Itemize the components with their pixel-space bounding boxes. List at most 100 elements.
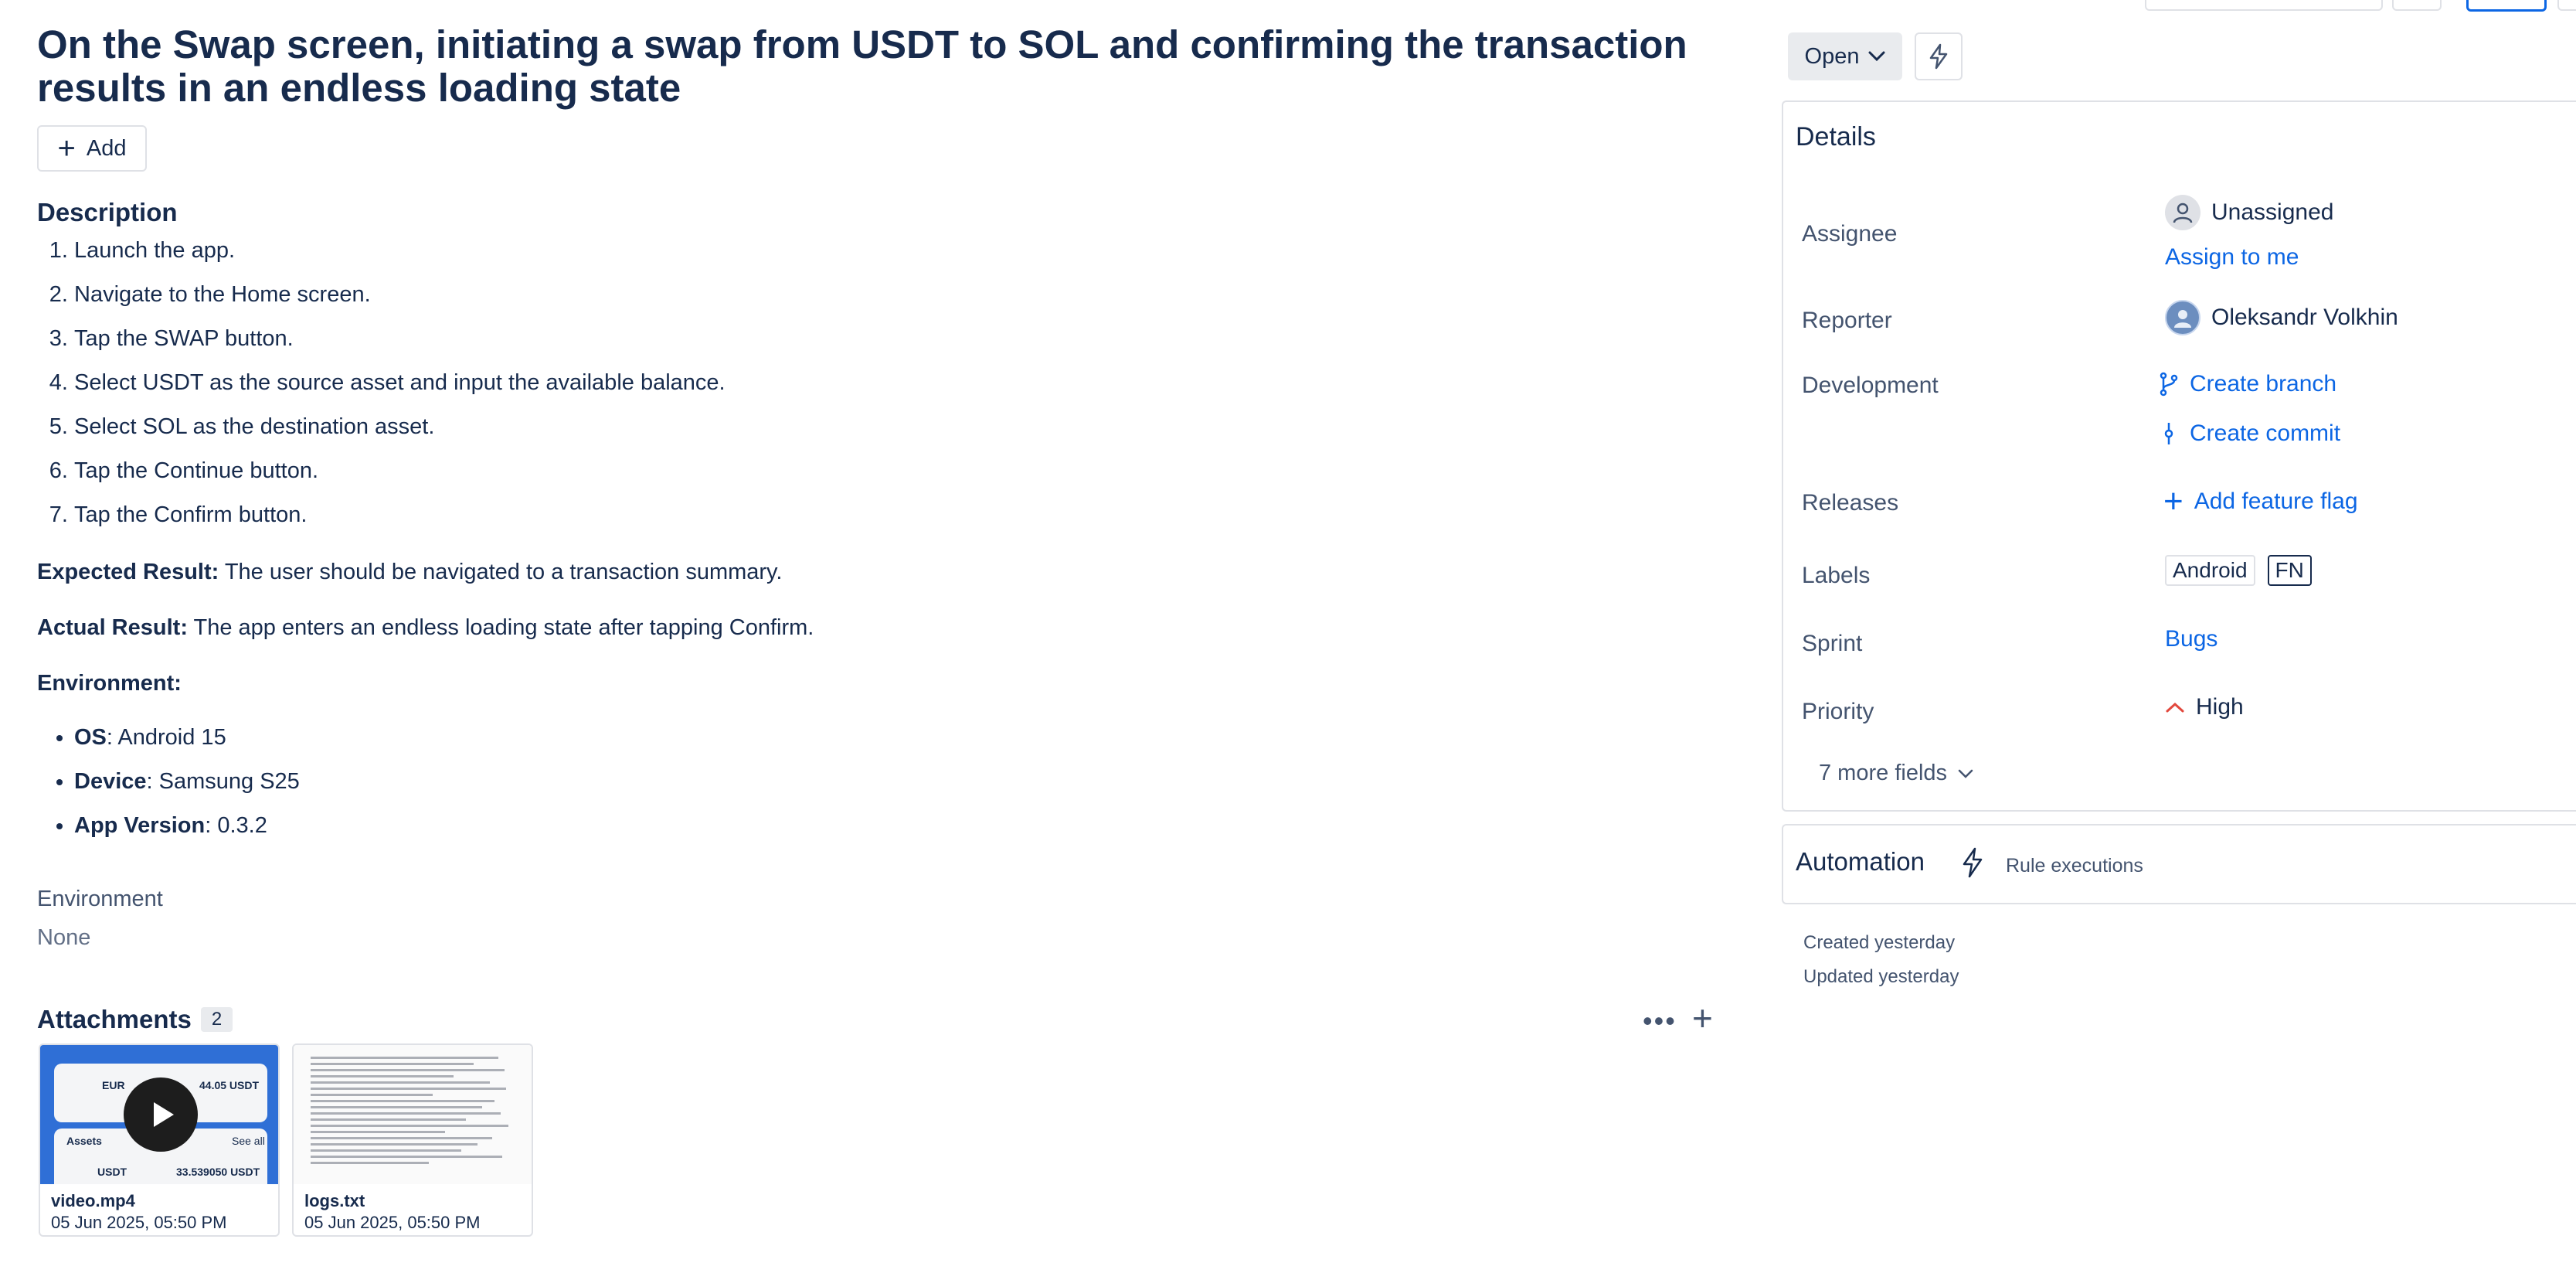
attachment-date: 05 Jun 2025, 05:50 PM [304,1213,481,1232]
attachments-heading: Attachments 2 [37,1005,233,1034]
add-attachment-icon[interactable]: + [1692,997,1713,1039]
top-toolbar-button[interactable] [2392,0,2442,11]
attachment-date: 05 Jun 2025, 05:50 PM [51,1213,227,1232]
list-item: Select USDT as the source asset and inpu… [74,366,726,410]
updated-timestamp: Updated yesterday [1803,966,1959,987]
attachment-name: video.mp4 [51,1191,135,1210]
environment-field-value[interactable]: None [37,925,90,951]
more-fields-toggle[interactable]: 7 more fields [1819,761,1973,786]
env-key: Device [74,769,147,794]
env-key: OS [74,725,107,750]
env-value: : Samsung S25 [146,769,300,794]
status-label: Open [1804,43,1860,69]
actual-result-text: The app enters an endless loading state … [187,615,814,640]
commit-icon [2164,423,2173,444]
create-branch-label: Create branch [2190,371,2337,397]
attachments-count-badge: 2 [200,1007,233,1032]
create-commit-label: Create commit [2190,420,2341,446]
attachment-meta: logs.txt 05 Jun 2025, 05:50 PM [294,1184,532,1235]
add-feature-flag-label: Add feature flag [2194,489,2358,514]
steps-list[interactable]: Launch the app. Navigate to the Home scr… [37,233,726,542]
list-item: Launch the app. [74,233,726,277]
add-button-label: Add [86,135,127,161]
user-avatar-icon [2174,310,2191,328]
lightning-icon [1929,43,1948,70]
env-value: : 0.3.2 [205,813,267,838]
actual-result: Actual Result: The app enters an endless… [37,612,814,643]
list-item: OS: Android 15 [74,720,300,764]
more-fields-label: 7 more fields [1819,761,1948,785]
thumbnail-currency: EUR [102,1079,125,1091]
top-search-input[interactable] [2145,0,2383,11]
lightning-icon [1961,847,1984,882]
status-dropdown[interactable]: Open [1788,32,1902,80]
thumbnail-asset-balance: 33.539050 USDT [176,1166,260,1178]
label-tag[interactable]: Android [2165,555,2255,586]
issue-title[interactable]: On the Swap screen, initiating a swap fr… [37,23,1729,110]
expected-result-text: The user should be navigated to a transa… [219,560,783,584]
priority-high-icon [2166,702,2184,713]
thumbnail-asset: USDT [97,1166,127,1178]
expected-result: Expected Result: The user should be navi… [37,557,782,587]
thumbnail-see-all: See all [232,1135,265,1147]
rule-executions-link[interactable]: Rule executions [2006,855,2143,877]
created-timestamp: Created yesterday [1803,932,1956,953]
reporter-label: Reporter [1802,308,1892,333]
list-item: App Version: 0.3.2 [74,809,300,853]
automation-heading[interactable]: Automation [1796,847,1925,877]
list-item: Select SOL as the destination asset. [74,410,726,454]
sprint-label: Sprint [1802,631,1863,656]
attachment-card-logs[interactable]: logs.txt 05 Jun 2025, 05:50 PM [292,1043,533,1237]
list-item: Tap the Confirm button. [74,498,726,542]
top-primary-button[interactable] [2466,0,2547,12]
env-key: App Version [74,813,206,838]
attachment-card-video[interactable]: EUR 44.05 USDT Assets See all USDT 33.53… [39,1043,280,1237]
chevron-down-icon [1868,51,1885,62]
thumbnail-balance: 44.05 USDT [199,1079,260,1091]
create-commit-link[interactable]: Create commit [2159,420,2340,447]
labels-label: Labels [1802,563,1871,588]
play-icon[interactable] [124,1077,198,1152]
create-branch-link[interactable]: Create branch [2159,371,2336,397]
attachments-heading-label: Attachments [37,1005,192,1033]
list-item: Tap the Continue button. [74,454,726,498]
thumbnail-assets: Assets [66,1135,102,1147]
more-actions-icon[interactable]: ••• [1643,1005,1677,1037]
environment-heading: Environment: [37,668,182,699]
assignee-value[interactable]: Unassigned [2165,195,2333,230]
list-item: Device: Samsung S25 [74,764,300,809]
log-thumbnail [294,1045,532,1184]
branch-icon [2160,372,2178,397]
top-toolbar-button-2[interactable] [2557,0,2576,11]
expected-result-label: Expected Result: [37,560,219,584]
priority-label: Priority [1802,699,1874,724]
sprint-value[interactable]: Bugs [2165,626,2217,652]
attachment-meta: video.mp4 05 Jun 2025, 05:50 PM [40,1184,278,1235]
environment-field-label: Environment [37,887,163,911]
list-item: Navigate to the Home screen. [74,277,726,322]
actual-result-label: Actual Result: [37,615,188,640]
avatar [2165,300,2200,335]
chevron-down-icon [1958,769,1973,778]
priority-value[interactable]: High [2165,694,2244,720]
reporter-name: Oleksandr Volkhin [2211,305,2398,330]
environment-list: OS: Android 15 Device: Samsung S25 App V… [37,720,300,853]
avatar [2165,195,2200,230]
assignee-label: Assignee [1802,221,1898,247]
priority-text: High [2196,694,2244,720]
add-feature-flag-link[interactable]: + Add feature flag [2163,485,2358,519]
add-button[interactable]: + Add [37,125,147,172]
development-label: Development [1802,373,1939,398]
label-tag[interactable]: FN [2267,555,2312,586]
environment-heading-label: Environment: [37,671,182,696]
assignee-name: Unassigned [2211,199,2334,225]
assign-to-me-link[interactable]: Assign to me [2165,244,2299,271]
env-value: : Android 15 [106,725,226,750]
plus-icon: + [57,131,76,165]
details-heading[interactable]: Details [1796,122,1876,152]
video-thumbnail: EUR 44.05 USDT Assets See all USDT 33.53… [40,1045,278,1184]
actions-bolt-button[interactable] [1915,32,1963,80]
labels-value[interactable]: Android FN [2165,555,2312,586]
reporter-value[interactable]: Oleksandr Volkhin [2165,300,2398,335]
list-item: Tap the SWAP button. [74,322,726,366]
